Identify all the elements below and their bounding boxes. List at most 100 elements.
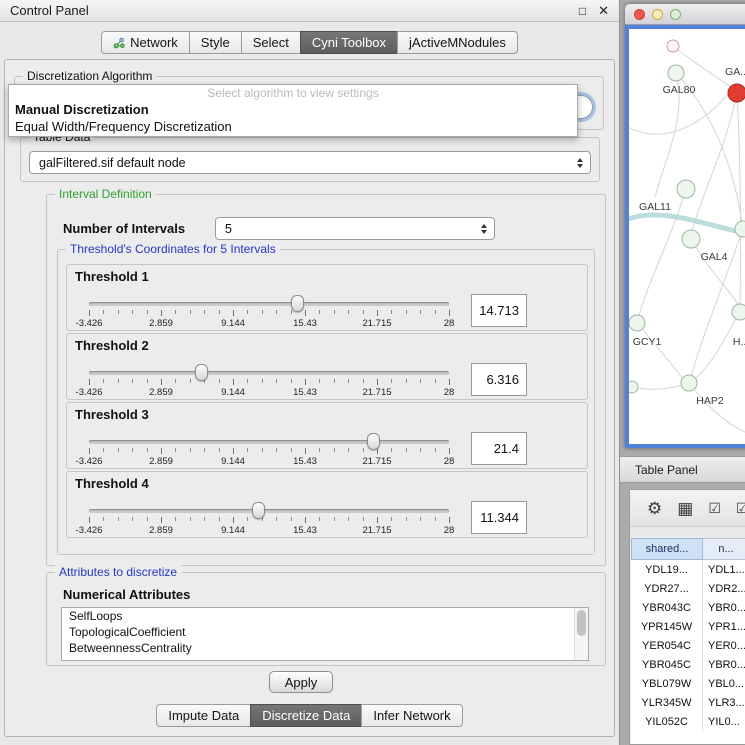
- table-row[interactable]: YER054CYER0...: [631, 636, 745, 655]
- tab-style[interactable]: Style: [189, 31, 242, 54]
- network-node[interactable]: [668, 65, 684, 81]
- tick-mark: [262, 448, 263, 452]
- table-row[interactable]: YBL079WYBL0...: [631, 674, 745, 693]
- tick-mark: [103, 310, 104, 314]
- table-row[interactable]: YBR045CYBR0...: [631, 655, 745, 674]
- table-cell: YDL1...: [703, 564, 745, 576]
- apply-button[interactable]: Apply: [269, 671, 333, 693]
- stepper-arrows-icon: [577, 158, 583, 168]
- tick-mark: [132, 448, 133, 452]
- list-item[interactable]: TopologicalCoefficient: [62, 624, 588, 640]
- tick-mark: [391, 517, 392, 521]
- threshold-panel: Threshold 2-3.4262.8599.14415.4321.71528…: [66, 333, 588, 400]
- table-row[interactable]: YPR145WYPR1...: [631, 617, 745, 636]
- table-row[interactable]: YDL19...YDL1...: [631, 560, 745, 579]
- table-cell: YIL052C: [631, 712, 703, 731]
- network-edge: [691, 239, 741, 309]
- column-header-name[interactable]: n...: [703, 538, 745, 560]
- tick-mark: [334, 517, 335, 521]
- column-header-shared-name[interactable]: shared...: [631, 538, 703, 560]
- list-scrollbar[interactable]: [574, 608, 588, 660]
- dropdown-option-manual[interactable]: Manual Discretization: [9, 101, 577, 118]
- table-row[interactable]: YIL052CYIL0...: [631, 712, 745, 731]
- tick-mark: [363, 379, 364, 383]
- group-title: Threshold's Coordinates for 5 Intervals: [66, 242, 280, 256]
- threshold-value-field[interactable]: 21.4: [471, 432, 527, 465]
- tick-label: 9.144: [221, 387, 245, 398]
- tab-impute-data[interactable]: Impute Data: [156, 704, 251, 727]
- dropdown-option-equal-width[interactable]: Equal Width/Frequency Discretization: [9, 118, 577, 135]
- network-node[interactable]: [728, 84, 745, 102]
- table-cell: YDL19...: [631, 560, 703, 579]
- table-row[interactable]: YDR27...YDR2...: [631, 579, 745, 598]
- tick-label: 2.859: [149, 456, 173, 467]
- tick-mark: [132, 379, 133, 383]
- numerical-attributes-list[interactable]: SelfLoopsTopologicalCoefficientBetweenne…: [61, 607, 589, 661]
- stepper-arrows-icon: [481, 224, 487, 234]
- network-node[interactable]: [682, 230, 700, 248]
- select-all-icon[interactable]: ☑: [708, 501, 721, 515]
- slider-thumb[interactable]: [252, 502, 265, 519]
- tab-select[interactable]: Select: [241, 31, 301, 54]
- slider-thumb[interactable]: [367, 433, 380, 450]
- close-traffic-light-icon[interactable]: [634, 9, 645, 20]
- tick-mark: [420, 448, 421, 452]
- slider-track: [89, 371, 449, 375]
- tab-cyni-toolbox[interactable]: Cyni Toolbox: [300, 31, 398, 54]
- minimize-traffic-light-icon[interactable]: [652, 9, 663, 20]
- list-item[interactable]: SelfLoops: [62, 608, 588, 624]
- tab-infer-network[interactable]: Infer Network: [361, 704, 462, 727]
- table-cell: YER0...: [703, 640, 745, 652]
- tick-mark: [262, 310, 263, 314]
- network-edge: [632, 385, 683, 389]
- group-title: Interval Definition: [55, 187, 156, 201]
- tick-mark: [132, 310, 133, 314]
- tick-mark: [276, 310, 277, 314]
- threshold-slider[interactable]: -3.4262.8599.14415.4321.71528: [89, 502, 449, 538]
- table-cell: YPR145W: [631, 617, 703, 636]
- threshold-slider[interactable]: -3.4262.8599.14415.4321.71528: [89, 364, 449, 400]
- tick-mark: [118, 379, 119, 383]
- list-item[interactable]: BetweennessCentrality: [62, 640, 588, 656]
- network-canvas[interactable]: GAL80GA...GAL11GAL4GCY1H...HAP2: [629, 29, 745, 444]
- tick-mark: [89, 310, 90, 316]
- columns-icon[interactable]: ▦: [677, 500, 693, 517]
- network-node[interactable]: [732, 304, 745, 320]
- network-node[interactable]: [735, 221, 745, 237]
- network-node[interactable]: [677, 180, 695, 198]
- network-node[interactable]: [667, 40, 679, 52]
- tab-network[interactable]: Network: [101, 31, 190, 54]
- threshold-value-field[interactable]: 6.316: [471, 363, 527, 396]
- threshold-value-field[interactable]: 14.713: [471, 294, 527, 327]
- scrollbar-thumb[interactable]: [577, 610, 586, 636]
- close-icon[interactable]: ✕: [598, 3, 609, 19]
- float-window-icon[interactable]: □: [579, 4, 586, 18]
- network-node[interactable]: [681, 375, 697, 391]
- zoom-traffic-light-icon[interactable]: [670, 9, 681, 20]
- network-node[interactable]: [629, 381, 638, 393]
- table-data-combobox[interactable]: galFiltered.sif default node: [29, 151, 591, 174]
- network-canvas-frame: GAL80GA...GAL11GAL4GCY1H...HAP2: [625, 25, 745, 448]
- tick-mark: [435, 517, 436, 521]
- slider-thumb[interactable]: [195, 364, 208, 381]
- tick-label: 2.859: [149, 525, 173, 536]
- select-none-icon[interactable]: ☑: [736, 501, 745, 515]
- tick-mark: [175, 517, 176, 521]
- slider-thumb[interactable]: [291, 295, 304, 312]
- tick-mark: [161, 310, 162, 316]
- tab-jactivemnodules[interactable]: jActiveMNodules: [397, 31, 518, 54]
- table-row[interactable]: YBR043CYBR0...: [631, 598, 745, 617]
- gear-icon[interactable]: ⚙: [647, 500, 662, 517]
- tick-mark: [233, 310, 234, 316]
- num-intervals-combobox[interactable]: 5: [215, 217, 495, 240]
- tick-mark: [161, 517, 162, 523]
- tab-discretize-data[interactable]: Discretize Data: [250, 704, 362, 727]
- threshold-slider[interactable]: -3.4262.8599.14415.4321.71528: [89, 433, 449, 469]
- table-column-headers: shared... n...: [630, 538, 745, 560]
- threshold-value-field[interactable]: 11.344: [471, 501, 527, 534]
- network-node[interactable]: [629, 315, 645, 331]
- desktop: Control Panel □ ✕ NetworkStyleSelectCyni…: [0, 0, 745, 745]
- threshold-slider[interactable]: -3.4262.8599.14415.4321.71528: [89, 295, 449, 331]
- table-row[interactable]: YLR345WYLR3...: [631, 693, 745, 712]
- node-label: HAP2: [696, 395, 724, 407]
